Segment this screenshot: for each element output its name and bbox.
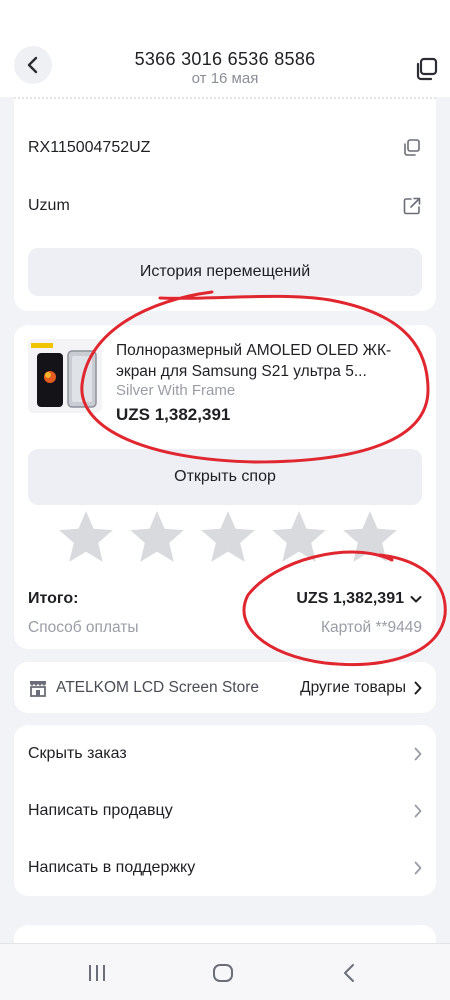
message-seller-label: Написать продавцу [28,801,173,819]
total-value: UZS 1,382,391 [296,590,404,607]
chevron-right-icon [414,861,422,874]
copy-icon[interactable] [402,138,422,158]
carrier-name: Uzum [28,196,70,214]
order-number: 5366 3016 6536 8586 [134,49,316,69]
chevron-down-icon [410,596,422,603]
open-dispute-button[interactable]: Открыть спор [28,449,422,505]
payment-method-value: Картой **9449 [321,619,422,636]
hide-order-label: Скрыть заказ [28,744,127,762]
other-products-label: Другие товары [300,678,406,696]
home-icon [213,964,233,982]
back-arrow-icon [344,964,354,982]
recent-apps-icon [89,965,105,981]
star-3[interactable] [198,509,258,565]
store-link[interactable]: ATELKOM LCD Screen Store [28,678,259,698]
message-seller-row[interactable]: Написать продавцу [14,782,436,839]
carrier-row[interactable]: Uzum [14,177,436,234]
total-toggle[interactable]: UZS 1,382,391 [296,590,422,608]
message-support-row[interactable]: Написать в поддержку [14,839,436,896]
chevron-right-icon [414,681,422,694]
tracking-number: RX115004752UZ [28,138,151,156]
total-label: Итого: [28,590,79,607]
tracking-history-button[interactable]: История перемещений [28,248,422,296]
hide-order-row[interactable]: Скрыть заказ [14,725,436,782]
star-5[interactable] [340,509,400,565]
copy-icon [416,57,438,81]
other-products-link[interactable]: Другие товары [300,679,422,697]
product-variant: Silver With Frame [116,382,236,399]
star-4[interactable] [269,509,329,565]
system-nav-bar [0,943,450,1000]
store-name: ATELKOM LCD Screen Store [56,678,260,696]
order-date: от 16 мая [191,70,259,87]
rating-stars [56,509,400,565]
app-header: 5366 3016 6536 8586 от 16 мая [0,0,450,97]
store-icon [30,680,46,697]
star-2[interactable] [127,509,187,565]
phone-screen-image [28,339,102,413]
recent-apps-button[interactable] [82,960,112,986]
store-card: ATELKOM LCD Screen Store Другие товары [14,662,436,713]
tracking-number-row: RX115004752UZ [14,119,436,176]
product-thumbnail[interactable] [28,339,102,413]
chevron-right-icon [414,747,422,760]
card-tear-edge [14,97,436,109]
copy-order-button[interactable] [412,55,440,83]
home-button[interactable] [208,960,238,986]
tracking-card: RX115004752UZ Uzum История перемещений [14,97,436,311]
payment-method-label: Способ оплаты [28,619,139,636]
star-1[interactable] [56,509,116,565]
external-link-icon [403,197,421,214]
store-row: ATELKOM LCD Screen Store Другие товары [14,662,436,713]
product-price: UZS 1,382,391 [116,405,231,424]
product-title[interactable]: Полноразмерный AMOLED OLED ЖК-экран для … [116,340,416,382]
system-back-button[interactable] [334,960,364,986]
product-card: Полноразмерный AMOLED OLED ЖК-экран для … [14,325,436,649]
message-support-label: Написать в поддержку [28,858,196,876]
actions-card: Скрыть заказ Написать продавцу Написать … [14,725,436,896]
chevron-right-icon [414,804,422,817]
